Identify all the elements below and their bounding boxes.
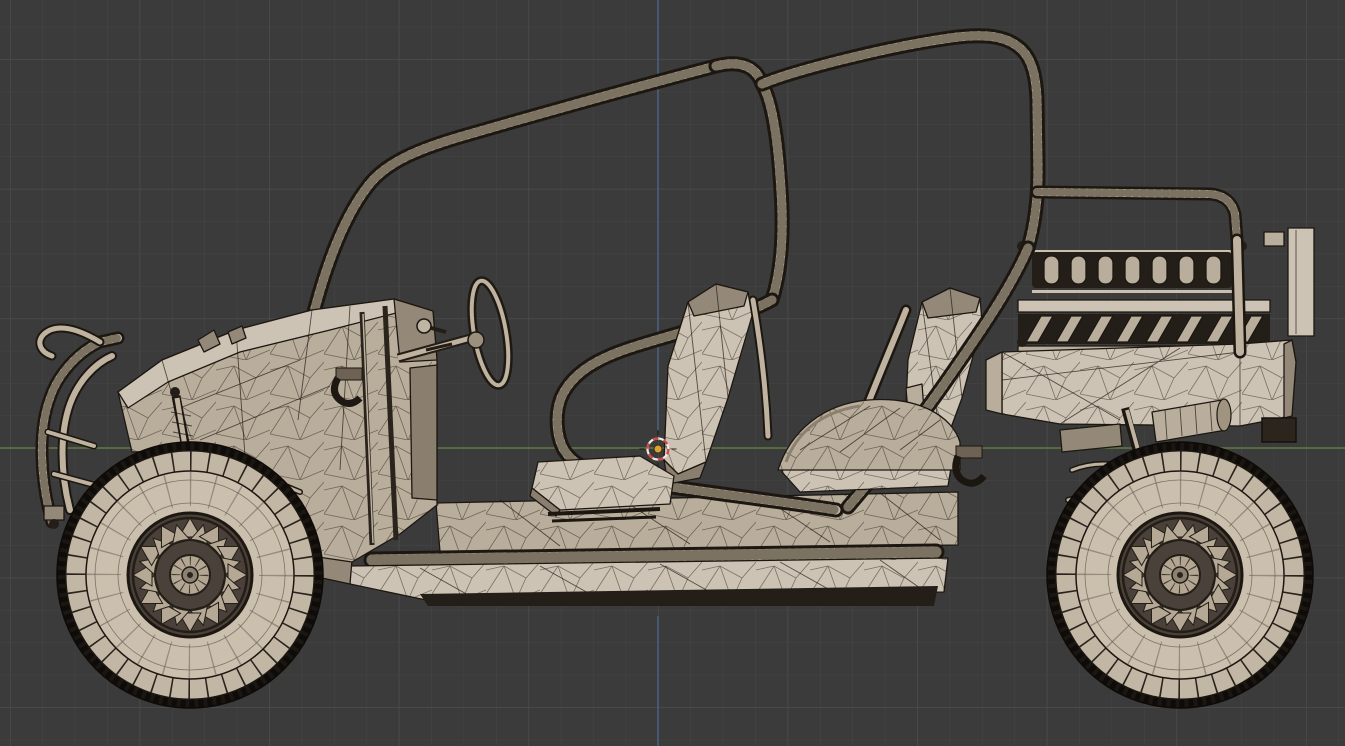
rear-wheel[interactable] [1047,442,1313,708]
viewport-canvas[interactable] [0,0,1345,746]
cargo-bed[interactable] [985,339,1297,427]
front-wheel[interactable] [57,442,323,708]
stalk-knob [416,318,432,334]
blender-viewport[interactable] [0,0,1345,746]
